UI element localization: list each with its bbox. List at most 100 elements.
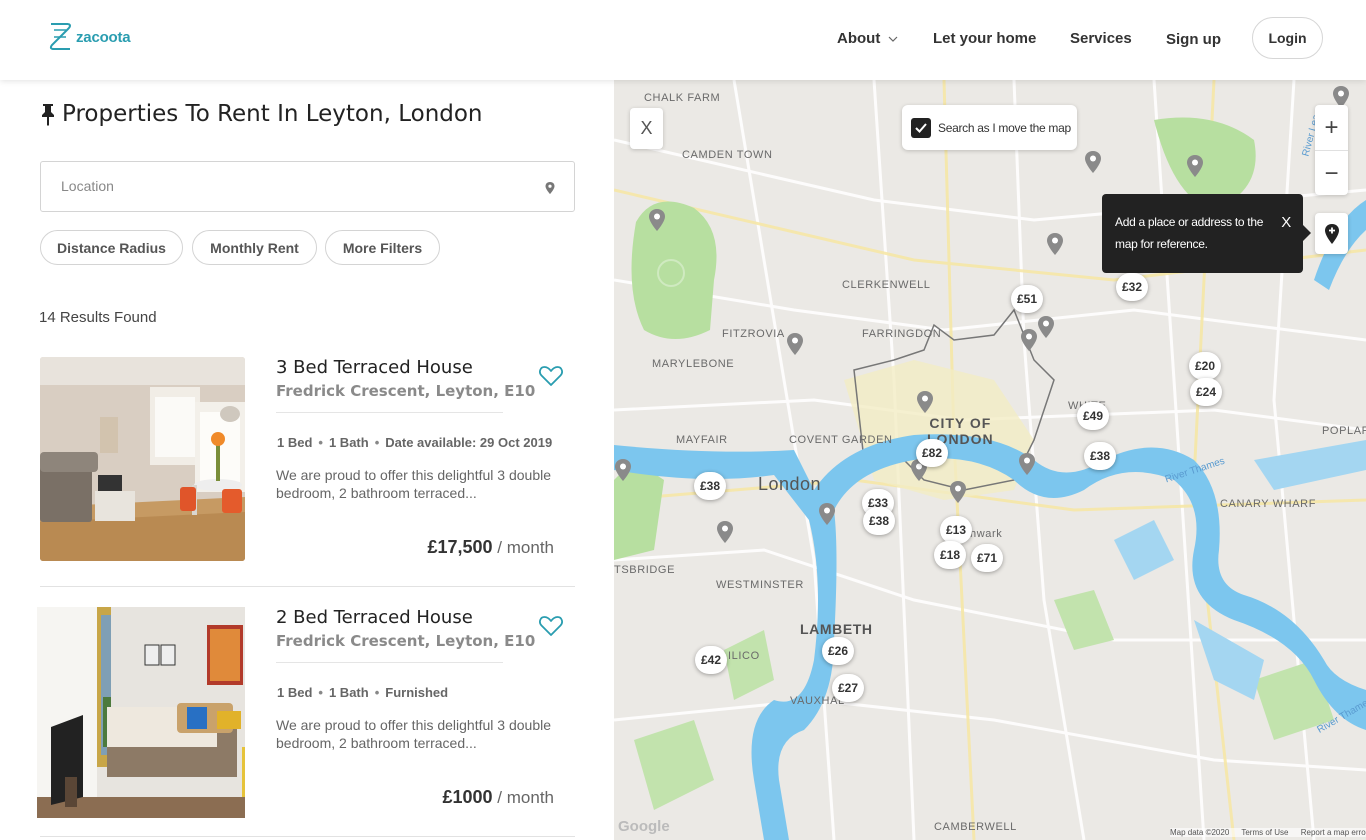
filter-distance-radius[interactable]: Distance Radius xyxy=(40,230,183,265)
add-place-button[interactable] xyxy=(1315,213,1348,254)
price-pin[interactable]: £24 xyxy=(1190,378,1222,406)
poi-marker-icon[interactable] xyxy=(818,502,836,526)
site-header: zacoota About Let your home Services Sig… xyxy=(0,0,1366,80)
zoom-out-button[interactable]: − xyxy=(1315,151,1348,196)
nav-let-your-home[interactable]: Let your home xyxy=(933,30,1036,47)
results-count: 14 Results Found xyxy=(39,309,157,326)
map-label-london: London xyxy=(758,474,822,494)
map-label-canary-wharf: CANARY WHARF xyxy=(1220,498,1317,510)
listing-description: We are proud to offer this delightful 3 … xyxy=(276,717,551,751)
logo[interactable]: zacoota xyxy=(48,20,131,54)
price-pin[interactable]: £49 xyxy=(1077,402,1109,430)
price-pin[interactable]: £26 xyxy=(822,637,854,665)
living-room-photo xyxy=(40,357,245,561)
map-label-chalk-farm: CHALK FARM xyxy=(644,92,721,104)
listing-divider xyxy=(40,836,575,837)
checkbox[interactable] xyxy=(911,117,931,138)
map-label-knightsbridge: TSBRIDGE xyxy=(614,564,676,576)
tooltip-close-button[interactable]: X xyxy=(1281,212,1291,234)
listing-description: We are proud to offer this delightful 3 … xyxy=(276,467,551,501)
poi-marker-icon[interactable] xyxy=(1018,452,1036,476)
price-pin[interactable]: £71 xyxy=(971,544,1003,572)
nav-services[interactable]: Services xyxy=(1070,30,1132,47)
divider xyxy=(276,662,503,663)
close-map-button[interactable]: X xyxy=(630,108,663,149)
poi-marker-icon[interactable] xyxy=(614,458,632,482)
price-pin[interactable]: £38 xyxy=(863,507,895,535)
listing-card[interactable]: 2 Bed Terraced House Fredrick Crescent, … xyxy=(37,607,575,837)
listing-address: Fredrick Crescent, Leyton, E10 xyxy=(276,382,536,400)
price-pin[interactable]: £13 xyxy=(940,516,972,544)
listing-address: Fredrick Crescent, Leyton, E10 xyxy=(276,632,536,650)
terms-link[interactable]: Terms of Use xyxy=(1241,828,1288,837)
heart-icon[interactable] xyxy=(538,365,564,387)
map-label-city-of: CITY OF xyxy=(929,415,992,431)
poi-marker-icon[interactable] xyxy=(916,390,934,414)
map-label-camberwell: CAMBERWELL xyxy=(934,821,1017,833)
listing-photo[interactable] xyxy=(40,357,245,561)
poi-marker-icon[interactable] xyxy=(949,480,967,504)
listing-price-period: / month xyxy=(497,788,554,807)
price-pin[interactable]: £82 xyxy=(916,439,948,467)
map-label-farringdon: FARRINGDON xyxy=(862,328,942,340)
login-button[interactable]: Login xyxy=(1252,17,1323,59)
poi-marker-icon[interactable] xyxy=(648,208,666,232)
heart-icon[interactable] xyxy=(538,615,564,637)
map-label-lambeth: LAMBETH xyxy=(800,621,873,637)
nav-about[interactable]: About xyxy=(837,30,898,47)
listing-availability: Date available: 29 Oct 2019 xyxy=(385,435,553,450)
map-label-covent-garden: COVENT GARDEN xyxy=(789,434,893,446)
price-pin[interactable]: £42 xyxy=(695,646,727,674)
map-label-camden-town: CAMDEN TOWN xyxy=(682,149,773,161)
map-label-southwark: hwark xyxy=(970,528,1003,540)
filter-more-filters[interactable]: More Filters xyxy=(325,230,440,265)
price-pin[interactable]: £32 xyxy=(1116,273,1148,301)
page-title-text: Properties To Rent In Leyton, London xyxy=(62,101,483,127)
listing-meta: 1 Bed • 1 Bath • Furnished xyxy=(277,685,449,700)
zoom-in-button[interactable]: + xyxy=(1315,105,1348,150)
poi-marker-icon[interactable] xyxy=(786,332,804,356)
map-label-marylebone: MARYLEBONE xyxy=(652,358,735,370)
divider xyxy=(276,412,503,413)
listing-meta: 1 Bed • 1 Bath • Date available: 29 Oct 2019 xyxy=(277,435,553,450)
listing-baths: 1 Bath xyxy=(328,685,369,700)
listing-price-period: / month xyxy=(497,538,554,557)
page-title: Properties To Rent In Leyton, London xyxy=(38,101,483,127)
nav-sign-up[interactable]: Sign up xyxy=(1166,31,1221,48)
listing-photo[interactable] xyxy=(37,607,245,818)
map-label-mayfair: MAYFAIR xyxy=(676,434,728,446)
results-panel: Properties To Rent In Leyton, London Dis… xyxy=(0,80,614,840)
price-pin[interactable]: £38 xyxy=(694,472,726,500)
search-as-move-label: Search as I move the map xyxy=(938,120,1071,135)
price-pin[interactable]: £27 xyxy=(832,674,864,702)
listing-card[interactable]: 3 Bed Terraced House Fredrick Crescent, … xyxy=(40,357,575,587)
pushpin-icon xyxy=(42,104,54,126)
poi-marker-icon[interactable] xyxy=(1186,154,1204,178)
price-pin[interactable]: £51 xyxy=(1011,285,1043,313)
map-label-clerkenwell: CLERKENWELL xyxy=(842,279,931,291)
nav-about-label: About xyxy=(837,30,881,47)
poi-marker-icon[interactable] xyxy=(1046,232,1064,256)
price-pin[interactable]: £38 xyxy=(1084,442,1116,470)
poi-marker-icon[interactable] xyxy=(1084,150,1102,174)
logo-icon xyxy=(49,23,71,50)
poi-marker-icon[interactable] xyxy=(1020,328,1038,352)
add-place-tooltip: Add a place or address to the map for re… xyxy=(1102,194,1311,273)
price-pin[interactable]: £20 xyxy=(1189,352,1221,380)
listing-divider xyxy=(40,586,575,587)
tooltip-text: Add a place or address to the map for re… xyxy=(1115,215,1264,251)
search-as-move-toggle[interactable]: Search as I move the map xyxy=(902,105,1077,150)
poi-marker-icon[interactable] xyxy=(1037,315,1055,339)
poi-marker-icon[interactable] xyxy=(716,520,734,544)
listing-title[interactable]: 3 Bed Terraced House xyxy=(276,357,473,378)
google-logo: Google xyxy=(618,818,670,835)
report-error-link[interactable]: Report a map error xyxy=(1301,828,1366,837)
location-field[interactable] xyxy=(40,161,575,212)
listing-title[interactable]: 2 Bed Terraced House xyxy=(276,607,473,628)
logo-text: zacoota xyxy=(76,28,131,46)
price-pin[interactable]: £18 xyxy=(934,541,966,569)
chevron-down-icon xyxy=(888,36,897,42)
filter-monthly-rent[interactable]: Monthly Rent xyxy=(192,230,317,265)
location-input[interactable] xyxy=(61,176,521,196)
map[interactable]: CHALK FARM CAMDEN TOWN CLERKENWELL FITZR… xyxy=(614,80,1366,840)
